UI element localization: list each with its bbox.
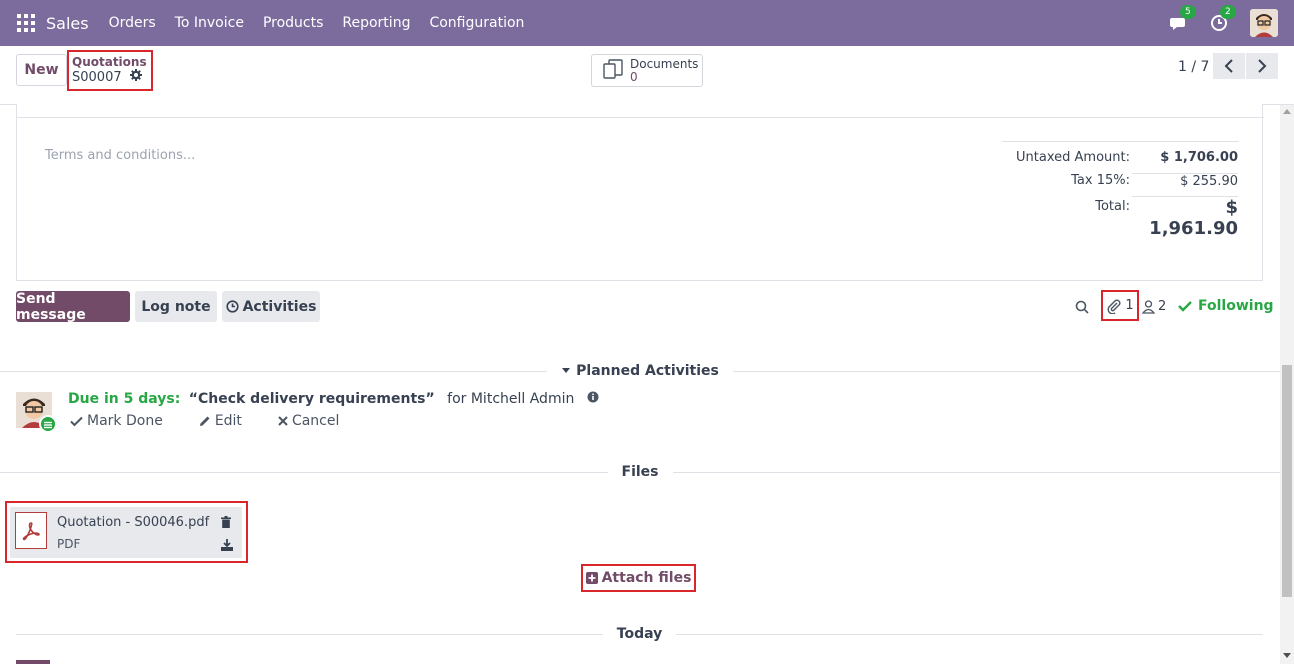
plus-square-icon xyxy=(585,572,598,584)
activities-badge: 2 xyxy=(1220,5,1236,19)
planned-activities-separator[interactable]: Planned Activities xyxy=(0,362,1281,380)
download-icon[interactable] xyxy=(221,536,233,555)
tax-value: $ 255.90 xyxy=(1132,173,1238,189)
caret-down-icon xyxy=(562,368,571,373)
following-button[interactable]: Following xyxy=(1178,298,1274,314)
pencil-icon xyxy=(199,416,210,426)
breadcrumb: Quotations S00007 xyxy=(67,50,153,91)
pdf-file-icon[interactable] xyxy=(15,512,47,549)
attachments-toggle[interactable]: 1 xyxy=(1101,290,1139,321)
chevron-left-icon xyxy=(1224,59,1233,73)
message-avatar-partial xyxy=(16,660,50,664)
documents-smart-button[interactable]: Documents 0 xyxy=(591,54,703,87)
activity-summary: “Check delivery requirements” xyxy=(188,391,435,407)
untaxed-amount-label: Untaxed Amount: xyxy=(1016,150,1130,165)
documents-icon xyxy=(602,58,624,83)
messages-badge: 5 xyxy=(1180,5,1196,19)
menu-item-orders[interactable]: Orders xyxy=(109,15,156,31)
today-separator: Today xyxy=(16,625,1264,643)
breadcrumb-current: S00007 xyxy=(72,69,148,86)
record-name: S00007 xyxy=(72,69,122,85)
attachment-file-type: PDF xyxy=(57,537,81,551)
files-title: Files xyxy=(621,464,659,480)
attach-files-button[interactable]: Attach files xyxy=(581,564,696,592)
control-panel: New Quotations S00007 Documents 0 1 / 7 xyxy=(0,46,1294,105)
activities-clock-icon[interactable]: 2 xyxy=(1210,5,1236,32)
paperclip-icon xyxy=(1107,299,1121,314)
user-avatar[interactable] xyxy=(1250,9,1278,37)
documents-count: 0 xyxy=(630,69,638,84)
edit-activity-button[interactable]: Edit xyxy=(199,413,260,429)
log-note-button[interactable]: Log note xyxy=(135,291,217,322)
tax-label: Tax 15%: xyxy=(1071,173,1130,188)
breadcrumb-quotations-link[interactable]: Quotations xyxy=(72,55,148,69)
apps-menu-icon[interactable] xyxy=(17,14,35,32)
new-button[interactable]: New xyxy=(16,54,67,86)
menu-item-products[interactable]: Products xyxy=(263,15,323,31)
check-icon xyxy=(70,416,83,426)
scroll-down-arrow-icon[interactable] xyxy=(1283,653,1291,658)
attachment-count: 1 xyxy=(1125,298,1134,313)
files-separator: Files xyxy=(0,463,1280,481)
total-value: $ 1,961.90 xyxy=(1132,196,1238,239)
pager-value[interactable]: 1 / 7 xyxy=(1178,59,1209,75)
messages-icon[interactable]: 5 xyxy=(1170,5,1196,32)
totals-summary: Untaxed Amount: $ 1,706.00 Tax 15%: $ 25… xyxy=(1002,141,1239,239)
untaxed-amount-value: $ 1,706.00 xyxy=(1160,150,1238,165)
check-icon xyxy=(1178,301,1192,312)
edit-label: Edit xyxy=(214,413,242,429)
cancel-activity-button[interactable]: Cancel xyxy=(278,413,357,429)
activities-button-label: Activities xyxy=(242,298,317,315)
menu-item-configuration[interactable]: Configuration xyxy=(429,15,524,31)
followers-button[interactable]: 2 xyxy=(1142,299,1166,314)
today-title: Today xyxy=(616,626,663,642)
form-sheet: Terms and conditions... Untaxed Amount: … xyxy=(16,104,1264,281)
main-menu: Orders To Invoice Products Reporting Con… xyxy=(109,15,544,31)
cancel-label: Cancel xyxy=(291,413,340,429)
documents-label: Documents xyxy=(630,56,699,71)
pager-next-button[interactable] xyxy=(1246,53,1278,79)
menu-item-reporting[interactable]: Reporting xyxy=(342,15,410,31)
attach-files-label: Attach files xyxy=(601,570,692,586)
attachment-card: Quotation - S00046.pdf PDF xyxy=(5,501,248,563)
activity-due-label: Due in 5 days: xyxy=(68,391,181,407)
gear-icon[interactable] xyxy=(129,69,142,86)
send-message-button[interactable]: Send message xyxy=(16,291,130,323)
info-icon[interactable] xyxy=(587,391,599,407)
chevron-right-icon xyxy=(1258,59,1267,73)
terms-and-conditions-field[interactable]: Terms and conditions... xyxy=(45,148,195,163)
follower-count: 2 xyxy=(1158,299,1167,314)
mark-done-label: Mark Done xyxy=(87,413,163,429)
following-label: Following xyxy=(1198,298,1274,314)
app-name[interactable]: Sales xyxy=(46,14,89,33)
trash-icon[interactable] xyxy=(221,513,231,532)
pager-previous-button[interactable] xyxy=(1213,53,1245,79)
scroll-up-arrow-icon[interactable] xyxy=(1283,109,1291,114)
top-navbar: Sales Orders To Invoice Products Reporti… xyxy=(0,0,1294,46)
activity-type-icon xyxy=(39,415,57,433)
activity-assignee: for Mitchell Admin xyxy=(447,391,575,407)
planned-activities-title: Planned Activities xyxy=(576,363,719,379)
chatter-search-icon[interactable] xyxy=(1075,291,1089,322)
scrollbar-thumb[interactable] xyxy=(1282,365,1292,597)
total-label: Total: xyxy=(1095,199,1130,214)
menu-item-to-invoice[interactable]: To Invoice xyxy=(175,15,244,31)
attachment-file-name[interactable]: Quotation - S00046.pdf xyxy=(57,515,209,530)
activities-button[interactable]: Activities xyxy=(222,291,320,322)
user-icon xyxy=(1142,299,1155,314)
close-icon xyxy=(278,416,288,426)
clock-icon xyxy=(225,300,239,313)
chatter-toolbar: Send message Log note Activities xyxy=(16,291,325,323)
scrollbar[interactable] xyxy=(1280,105,1294,664)
mark-done-button[interactable]: Mark Done xyxy=(70,413,181,429)
